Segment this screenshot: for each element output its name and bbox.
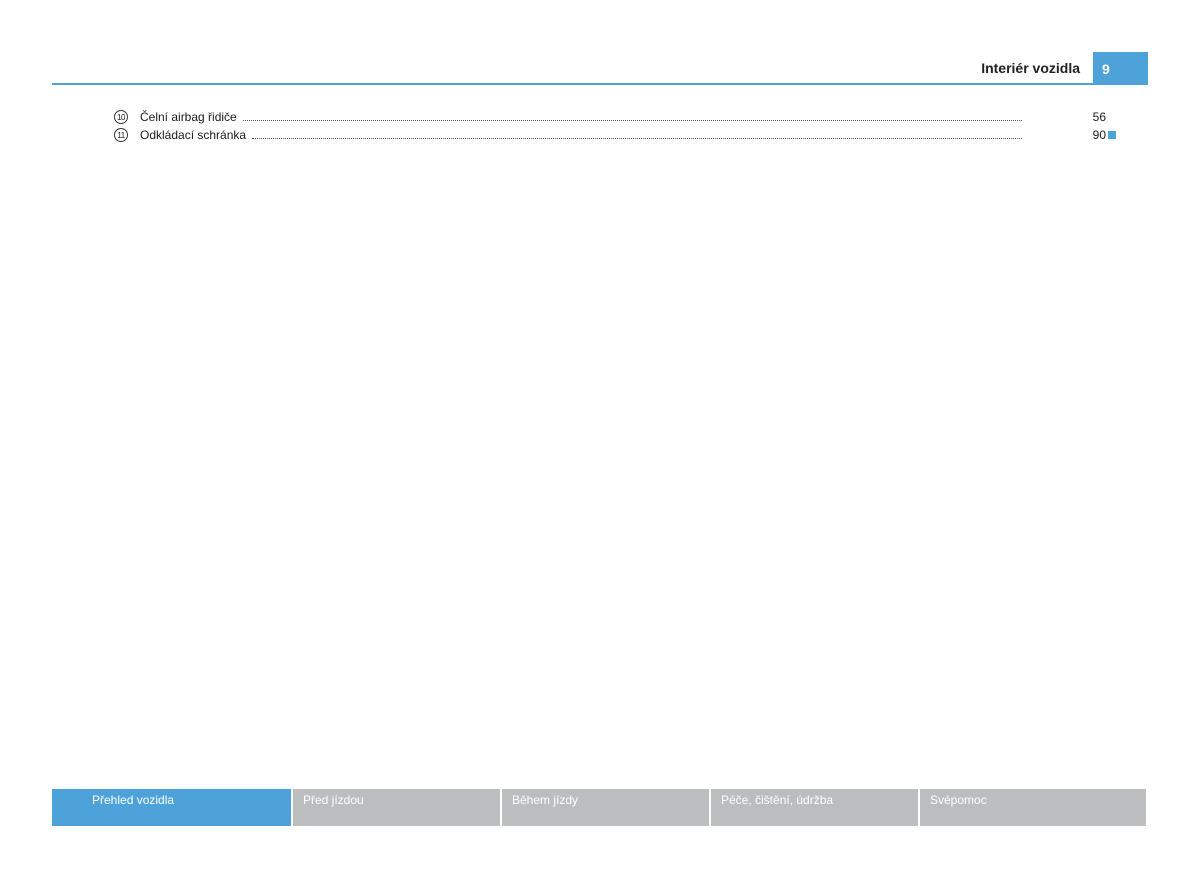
nav-tab-prehled-vozidla[interactable]: Přehled vozidla [52,789,291,826]
nav-tab-svepomoc[interactable]: Svépomoc [920,789,1146,826]
section-end-square-icon [1108,131,1116,139]
nav-tab-pred-jizdou[interactable]: Před jízdou [293,789,500,826]
item-number-badge: 11 [114,128,128,142]
nav-tab-behem-jizdy[interactable]: Během jízdy [502,789,709,826]
header-rule [52,83,1148,85]
toc-item[interactable]: 11 Odkládací schránka 90 [114,126,1118,144]
chapter-navigation: Přehled vozidla Před jízdou Během jízdy … [52,789,1148,826]
toc-item-page: 90 [1092,128,1106,142]
page-number-badge: 9 [1093,52,1148,85]
dot-leader [252,137,1022,139]
item-number-badge: 10 [114,110,128,124]
toc-list: 10 Čelní airbag řidiče 56 11 Odkládací s… [114,108,1118,144]
toc-item-label: Odkládací schránka [140,128,247,142]
page-number: 9 [1102,61,1110,77]
nav-tab-pece-cisteni-udrzba[interactable]: Péče, čištění, údržba [711,789,918,826]
dot-leader [242,119,1022,121]
toc-item-page: 56 [1092,110,1106,124]
toc-item[interactable]: 10 Čelní airbag řidiče 56 [114,108,1118,126]
chapter-title: Interiér vozidla [981,60,1080,76]
toc-item-label: Čelní airbag řidiče [140,110,237,124]
